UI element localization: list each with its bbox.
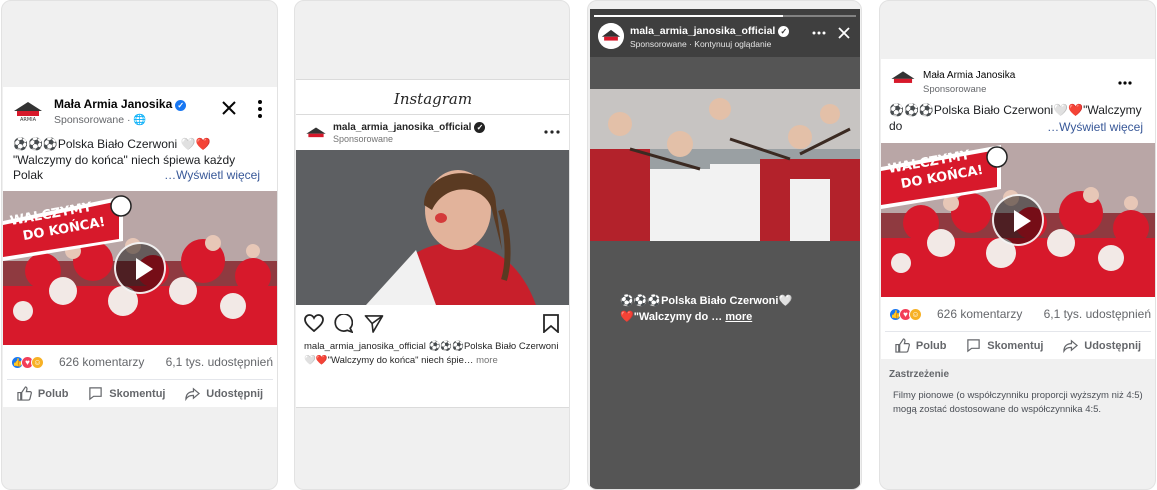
share-button[interactable]: Udostępnij <box>185 386 263 401</box>
story-preview: mala_armia_janosika_official ✓ Sponsorowa… <box>587 0 862 490</box>
comment-button[interactable]: Skomentuj <box>966 338 1043 353</box>
share-icon <box>1063 339 1079 353</box>
disclaimer-title: Zastrzeżenie <box>889 369 950 380</box>
more-options-icon[interactable] <box>544 130 560 134</box>
continue-watching-link[interactable]: Kontynuuj oglądanie <box>694 39 771 49</box>
comment-icon[interactable] <box>334 314 353 333</box>
share-send-icon[interactable] <box>364 314 384 333</box>
story-header: mala_armia_janosika_official ✓ Sponsorowa… <box>590 9 860 57</box>
globe-icon: 🌐 <box>133 114 147 126</box>
share-button[interactable]: Udostępnij <box>1063 338 1141 353</box>
story-progress-bar <box>594 15 856 17</box>
divider <box>296 114 569 115</box>
reaction-summary[interactable]: 👍 ♥ ☺ 626 komentarzy 6,1 tys. udostępnie… <box>11 355 273 369</box>
sponsored-label: Sponsorowane · 🌐 <box>54 114 147 126</box>
more-options-icon[interactable] <box>812 31 826 35</box>
video-thumbnail[interactable]: WALCZYMY DO KOŃCA! <box>3 191 277 345</box>
share-icon <box>185 387 201 401</box>
verified-badge-icon: ✓ <box>175 100 187 111</box>
facebook-feed-preview: ARMIA Mała Armia Janosika ✓ Sponsorowane … <box>1 0 278 490</box>
page-name[interactable]: Mała Armia Janosika <box>923 70 1015 81</box>
see-more-link[interactable]: …Wyświetl więcej <box>164 168 260 184</box>
action-bar: Polub Skomentuj Udostępnij <box>885 331 1151 359</box>
video-thumbnail[interactable]: WALCZYMY DO KOŃCA! <box>881 143 1155 297</box>
sponsored-label: Sponsorowane <box>923 84 987 95</box>
story-caption: ⚽⚽⚽Polska Biało Czerwoni🤍❤️"Walczymy do … <box>620 295 793 323</box>
see-more-link[interactable]: …Wyświetl więcej <box>1047 120 1143 136</box>
avatar[interactable] <box>304 124 328 142</box>
close-icon[interactable] <box>221 100 237 116</box>
story-subline: Sponsorowane · Kontynuuj oglądanie <box>630 39 772 49</box>
page-logo[interactable] <box>889 67 917 89</box>
comment-icon <box>967 339 980 353</box>
share-count[interactable]: 6,1 tys. udostępnień <box>1044 307 1151 321</box>
share-count[interactable]: 6,1 tys. udostępnień <box>166 355 273 369</box>
comment-icon <box>89 387 102 401</box>
instagram-logo: Instagram <box>393 90 473 108</box>
post-text: ⚽⚽⚽Polska Biało Czerwoni 🤍❤️ "Walczymy d… <box>13 137 260 184</box>
verified-badge-icon: ✓ <box>474 122 486 133</box>
more-link[interactable]: more <box>476 355 498 366</box>
thumbs-up-icon <box>895 338 910 353</box>
play-button-icon[interactable] <box>992 194 1044 246</box>
bookmark-icon[interactable] <box>543 314 559 333</box>
more-link[interactable]: more <box>725 311 752 323</box>
close-icon[interactable] <box>838 27 850 39</box>
page-name[interactable]: Mała Armia Janosika ✓ <box>54 97 187 111</box>
facebook-post-card: ARMIA Mała Armia Janosika ✓ Sponsorowane … <box>3 87 277 407</box>
play-button-icon[interactable] <box>114 242 166 294</box>
like-heart-icon[interactable] <box>304 314 324 332</box>
video-thumbnail[interactable] <box>296 150 569 305</box>
comment-button[interactable]: Skomentuj <box>88 386 165 401</box>
care-reaction-icon: ☺ <box>909 307 922 321</box>
svg-text:ARMIA: ARMIA <box>20 117 37 123</box>
account-username[interactable]: mala_armia_janosika_official ✓ <box>630 25 790 37</box>
more-options-icon[interactable] <box>257 100 263 118</box>
instagram-post-card: Instagram mala_armia_janosika_official ✓ … <box>296 79 569 408</box>
sponsored-label: Sponsorowane <box>333 134 394 144</box>
post-caption: mala_armia_janosika_official ⚽⚽⚽Polska B… <box>304 341 559 366</box>
video-frame[interactable] <box>590 89 860 241</box>
disclaimer-text: Filmy pionowe (o współczynniku proporcji… <box>893 390 1143 415</box>
facebook-mobile-preview: Mała Armia Janosika Sponsorowane ⚽⚽⚽Pols… <box>879 0 1156 490</box>
action-bar: Polub Skomentuj Udostępnij <box>7 379 273 407</box>
like-button[interactable]: Polub <box>895 338 946 353</box>
care-reaction-icon: ☺ <box>31 355 44 369</box>
story-frame: mala_armia_janosika_official ✓ Sponsorowa… <box>590 9 860 489</box>
instagram-feed-preview: Instagram mala_armia_janosika_official ✓ … <box>294 0 570 490</box>
like-button[interactable]: Polub <box>17 386 68 401</box>
verified-badge-icon: ✓ <box>778 26 790 37</box>
comment-count[interactable]: 626 komentarzy <box>59 355 144 369</box>
reaction-summary[interactable]: 👍 ♥ ☺ 626 komentarzy 6,1 tys. udostępnie… <box>889 307 1151 321</box>
account-username[interactable]: mala_armia_janosika_official ✓ <box>333 122 486 133</box>
comment-count[interactable]: 626 komentarzy <box>937 307 1022 321</box>
post-text: ⚽⚽⚽Polska Biało Czerwoni🤍❤️"Walczymy do … <box>889 103 1143 136</box>
more-options-icon[interactable] <box>1118 81 1132 85</box>
avatar[interactable] <box>598 23 624 49</box>
thumbs-up-icon <box>17 386 32 401</box>
facebook-mobile-post-card: Mała Armia Janosika Sponsorowane ⚽⚽⚽Pols… <box>881 59 1155 359</box>
story-progress-fill <box>594 15 783 17</box>
page-logo: ARMIA <box>11 97 45 123</box>
